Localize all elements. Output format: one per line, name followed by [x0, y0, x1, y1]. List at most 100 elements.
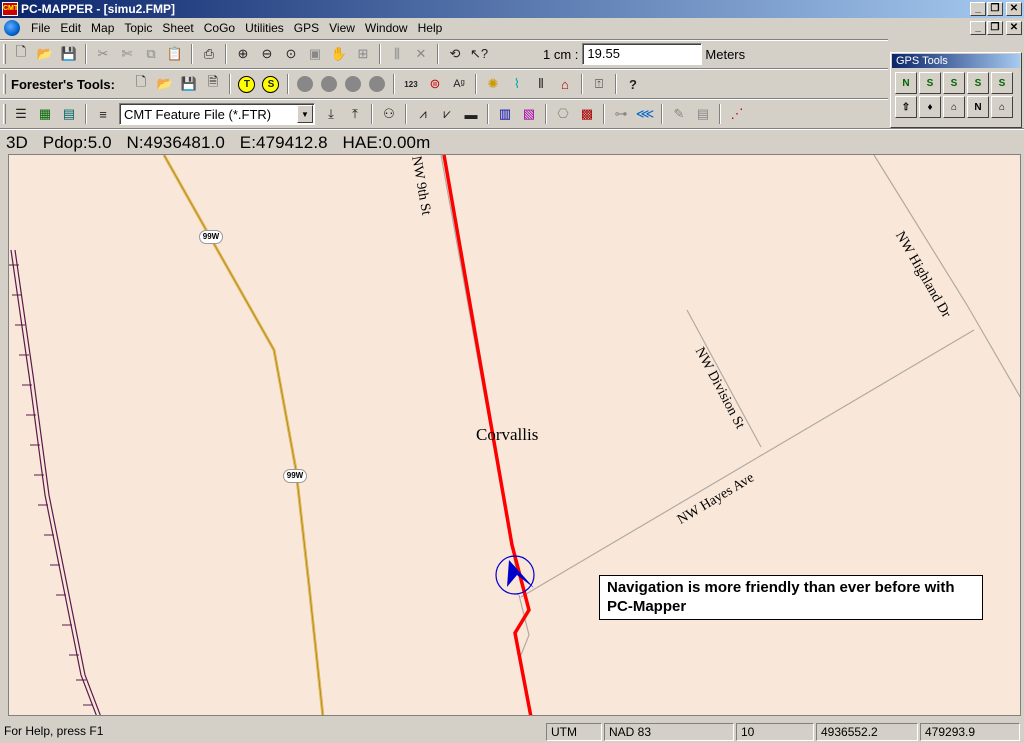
menu-bar: File Edit Map Topic Sheet CoGo Utilities…: [0, 18, 1024, 38]
gps-north-button[interactable]: N: [895, 72, 917, 94]
scale-input[interactable]: 19.55: [582, 43, 703, 65]
toolbar-grip[interactable]: [3, 74, 6, 94]
menu-sheet[interactable]: Sheet: [157, 21, 198, 35]
menu-view[interactable]: View: [324, 21, 360, 35]
zoom-in-icon[interactable]: ⊕: [232, 43, 254, 65]
rays-icon[interactable]: ⋘: [634, 103, 656, 125]
pointer-icon[interactable]: ⍐: [588, 73, 610, 95]
stream-icon[interactable]: ⌇: [506, 73, 528, 95]
stand-button[interactable]: S: [260, 73, 282, 95]
menu-utilities[interactable]: Utilities: [240, 21, 289, 35]
gps-navigate-button[interactable]: ⌂: [991, 96, 1013, 118]
document-icon[interactable]: [4, 20, 20, 36]
scissors-icon[interactable]: ✄: [116, 43, 138, 65]
menu-gps[interactable]: GPS: [289, 21, 324, 35]
building-icon[interactable]: ⌂: [554, 73, 576, 95]
close-button[interactable]: ✕: [1006, 2, 1022, 16]
menu-topic[interactable]: Topic: [119, 21, 157, 35]
grid-chart-icon[interactable]: ▩: [576, 103, 598, 125]
toolbar-grip[interactable]: [3, 104, 6, 124]
attribute-icon[interactable]: ⚇: [378, 103, 400, 125]
separator: [545, 104, 547, 124]
help-pointer-icon[interactable]: ↖?: [468, 43, 490, 65]
sun-icon[interactable]: ✺: [482, 73, 504, 95]
pan-icon[interactable]: ✋: [328, 43, 350, 65]
table-icon[interactable]: ▤: [58, 103, 80, 125]
cut-icon[interactable]: ✂: [92, 43, 114, 65]
status-projection: UTM: [546, 723, 602, 741]
save-icon[interactable]: 💾: [58, 43, 80, 65]
import-icon[interactable]: ⤓: [320, 103, 342, 125]
separator: [719, 104, 721, 124]
gps-tools-title[interactable]: GPS Tools: [892, 54, 1020, 68]
restore-button[interactable]: ❐: [987, 2, 1003, 16]
gps-start3-button[interactable]: S: [967, 72, 989, 94]
chevron-down-icon[interactable]: ▼: [297, 105, 313, 123]
band-icon[interactable]: ▬: [460, 103, 482, 125]
fence-icon[interactable]: ⦀: [530, 73, 552, 95]
navigate-icon[interactable]: ⟲: [444, 43, 466, 65]
gps-person-button[interactable]: ♦: [919, 96, 941, 118]
doc-minimize-button[interactable]: _: [970, 21, 986, 35]
menu-help[interactable]: Help: [413, 21, 448, 35]
title-bar[interactable]: CMT PC-MAPPER - [simu2.FMP] _ ❐ ✕: [0, 0, 1024, 18]
disc3-button[interactable]: [342, 73, 364, 95]
contour-icon[interactable]: ⩗: [436, 103, 458, 125]
map-canvas[interactable]: NW 9th St NW Highland Dr NW Division St …: [8, 154, 1021, 716]
gps-north-home-button[interactable]: N: [967, 96, 989, 118]
menu-cogo[interactable]: CoGo: [199, 21, 240, 35]
sample-icon[interactable]: ⊜: [424, 73, 446, 95]
app-icon[interactable]: CMT: [2, 2, 18, 16]
extent-icon[interactable]: ⊞: [352, 43, 374, 65]
gps-start2-button[interactable]: S: [943, 72, 965, 94]
copy-icon[interactable]: ⧉: [140, 43, 162, 65]
menu-window[interactable]: Window: [360, 21, 413, 35]
zoom-full-icon[interactable]: ⊙: [280, 43, 302, 65]
split-icon[interactable]: ⫼: [386, 43, 408, 65]
text-style-icon[interactable]: Aᵍ: [448, 73, 470, 95]
doc-restore-button[interactable]: ❐: [987, 21, 1003, 35]
paste-icon[interactable]: 📋: [164, 43, 186, 65]
numbering-icon[interactable]: 123: [400, 73, 422, 95]
new-icon[interactable]: 🗋: [130, 73, 152, 95]
menu-edit[interactable]: Edit: [55, 21, 86, 35]
zoom-window-icon[interactable]: ▣: [304, 43, 326, 65]
export-icon[interactable]: ⤒: [344, 103, 366, 125]
save-icon[interactable]: 💾: [178, 73, 200, 95]
menu-map[interactable]: Map: [86, 21, 119, 35]
histogram-icon[interactable]: ▧: [518, 103, 540, 125]
satellite-icon[interactable]: ⊶: [610, 103, 632, 125]
layer-view-icon[interactable]: ▦: [34, 103, 56, 125]
doc-close-button[interactable]: ✕: [1006, 21, 1022, 35]
profile-icon[interactable]: ⩘: [412, 103, 434, 125]
gps-pdop: Pdop:5.0: [42, 133, 112, 152]
gps-upload-button[interactable]: ⇧: [895, 96, 917, 118]
open-icon[interactable]: 📂: [154, 73, 176, 95]
disc1-button[interactable]: [294, 73, 316, 95]
camera-icon[interactable]: ⎔: [552, 103, 574, 125]
list-icon[interactable]: ☰: [10, 103, 32, 125]
report-icon[interactable]: 🗎: [202, 73, 224, 95]
minimize-button[interactable]: _: [970, 2, 986, 16]
gps-tools-palette[interactable]: GPS Tools N S S S S ⇧ ♦ ⌂ N ⌂: [890, 52, 1022, 128]
bar-chart-icon[interactable]: ▥: [494, 103, 516, 125]
open-icon[interactable]: 📂: [34, 43, 56, 65]
disc4-button[interactable]: [366, 73, 388, 95]
polyline-icon[interactable]: ⋰: [726, 103, 748, 125]
form-icon[interactable]: ▤: [692, 103, 714, 125]
zoom-out-icon[interactable]: ⊖: [256, 43, 278, 65]
print-icon[interactable]: ⎙: [198, 43, 220, 65]
disc2-button[interactable]: [318, 73, 340, 95]
delete-vertex-icon[interactable]: ✕: [410, 43, 432, 65]
toolbar-grip[interactable]: [3, 44, 6, 64]
gps-start4-button[interactable]: S: [991, 72, 1013, 94]
feature-file-select[interactable]: CMT Feature File (*.FTR) ▼: [119, 103, 315, 125]
menu-file[interactable]: File: [26, 21, 55, 35]
gps-home-button[interactable]: ⌂: [943, 96, 965, 118]
lines-icon[interactable]: ≡: [92, 103, 114, 125]
pen-icon[interactable]: ✎: [668, 103, 690, 125]
help-icon[interactable]: ?: [622, 73, 644, 95]
new-icon[interactable]: 🗋: [10, 43, 32, 65]
gps-start-button[interactable]: S: [919, 72, 941, 94]
tree-button[interactable]: T: [236, 73, 258, 95]
